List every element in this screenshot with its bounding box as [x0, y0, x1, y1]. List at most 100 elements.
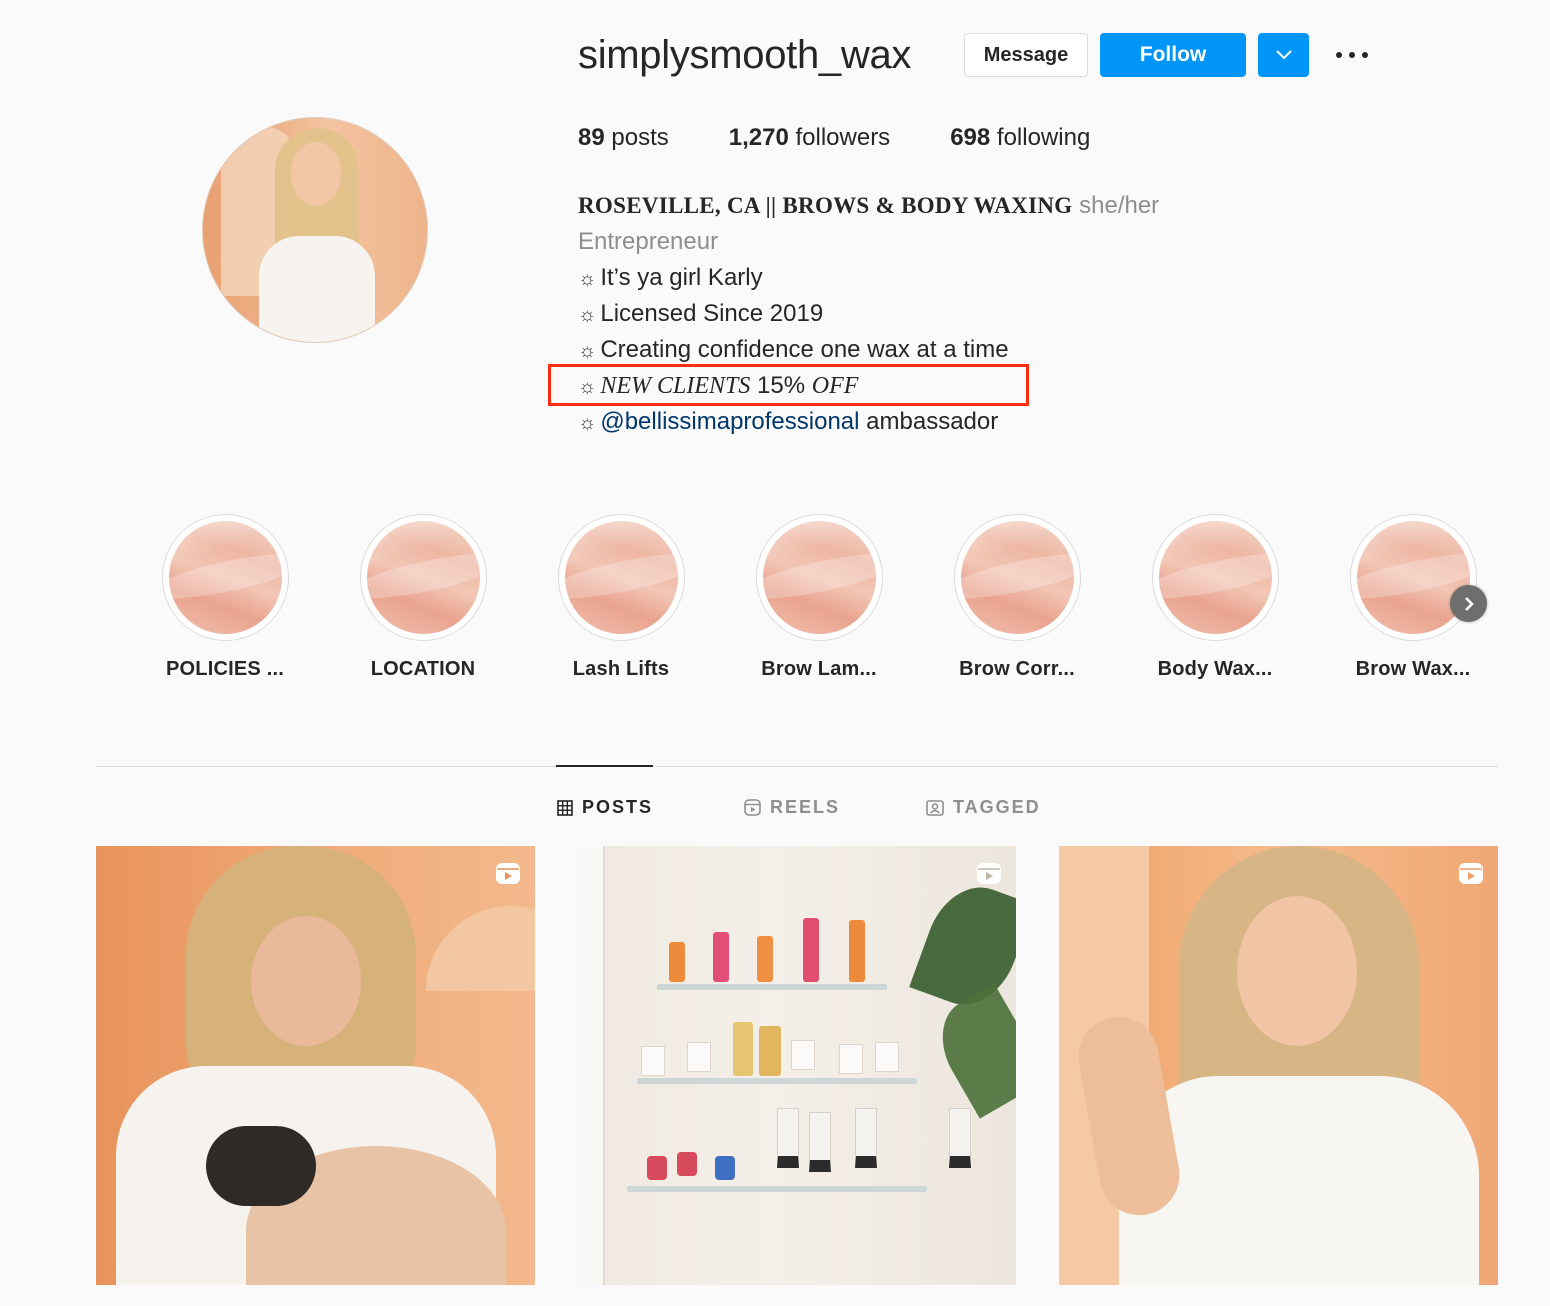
highlights-next-button[interactable]	[1450, 585, 1487, 622]
highlight-item[interactable]: Brow Corr...	[918, 514, 1116, 681]
avatar-face	[291, 142, 341, 206]
highlight-ring	[755, 514, 883, 641]
post-thumbnail[interactable]	[96, 846, 535, 1285]
post-product	[759, 1026, 781, 1076]
post-plant-leaf	[924, 983, 1016, 1119]
highlight-cover	[1356, 521, 1470, 634]
bio-line: ☼ It’s ya girl Karly	[578, 264, 763, 291]
post-product	[949, 1108, 971, 1168]
highlight-cover	[1158, 521, 1272, 634]
post-product	[687, 1042, 711, 1072]
post-product	[677, 1152, 697, 1176]
sun-bullet-icon: ☼	[578, 340, 597, 362]
highlight-ring	[359, 514, 487, 641]
highlight-item[interactable]: Body Wax...	[1116, 514, 1314, 681]
highlight-label: LOCATION	[370, 658, 476, 680]
sun-bullet-icon: ☼	[578, 268, 597, 290]
highlight-label: Brow Wax...	[1355, 658, 1471, 680]
highlight-cover	[168, 521, 282, 634]
highlight-ring	[1151, 514, 1279, 641]
tagged-icon	[926, 799, 944, 816]
highlight-label: Brow Corr...	[959, 658, 1075, 680]
post-door-frame	[577, 846, 605, 1285]
post-shelf	[657, 984, 887, 990]
post-shelf	[627, 1186, 927, 1192]
highlight-item[interactable]: POLICIES ...	[126, 514, 324, 681]
profile-username: simplysmooth_wax	[578, 33, 912, 77]
suggested-accounts-dropdown-button[interactable]	[1258, 33, 1309, 77]
post-product	[855, 1108, 877, 1168]
highlight-ring	[1349, 514, 1477, 641]
story-highlights: POLICIES ... LOCATION Lash Lifts Brow La…	[126, 514, 1512, 681]
post-product	[647, 1156, 667, 1180]
highlight-label: POLICIES ...	[166, 658, 284, 680]
sun-bullet-icon: ☼	[578, 304, 597, 326]
post-person-face	[251, 916, 361, 1046]
post-product	[791, 1040, 815, 1070]
highlight-cover	[960, 521, 1074, 634]
post-product	[839, 1044, 863, 1074]
post-product	[757, 936, 773, 982]
highlight-cover	[762, 521, 876, 634]
chevron-down-icon	[1275, 50, 1292, 60]
reel-icon	[495, 860, 521, 891]
tab-tagged[interactable]: TAGGED	[926, 797, 1041, 818]
highlight-label: Body Wax...	[1157, 658, 1273, 680]
post-person-face	[1237, 896, 1357, 1046]
highlight-item[interactable]: Brow Lam...	[720, 514, 918, 681]
post-wall-shape	[426, 906, 535, 991]
highlight-ring	[953, 514, 1081, 641]
highlight-label: Brow Lam...	[761, 658, 877, 680]
highlight-item[interactable]: LOCATION	[324, 514, 522, 681]
bio-line: ☼ Licensed Since 2019	[578, 300, 824, 327]
bio-line: ☼ @bellissimaprofessional ambassador	[578, 408, 999, 435]
tabs-divider	[96, 766, 1498, 767]
followers-stat[interactable]: 1,270 followers	[729, 124, 890, 152]
reel-icon	[976, 860, 1002, 891]
post-product	[669, 942, 685, 982]
bio-name-line: ROSEVILLE, CA || BROWS & BODY WAXING she…	[578, 188, 1159, 224]
post-product	[809, 1112, 831, 1172]
post-product	[715, 1156, 735, 1180]
more-dots-icon	[1336, 52, 1342, 58]
annotation-highlight-box	[548, 364, 1029, 406]
post-product	[849, 920, 865, 982]
sun-bullet-icon: ☼	[578, 412, 597, 434]
highlight-label: Lash Lifts	[572, 658, 670, 680]
posts-stat: 89 posts	[578, 124, 669, 151]
follow-button[interactable]: Follow	[1100, 33, 1246, 77]
active-tab-indicator	[556, 765, 653, 767]
profile-avatar[interactable]	[202, 117, 428, 343]
grid-icon	[557, 799, 573, 816]
post-product	[713, 932, 729, 982]
more-options-button[interactable]	[1330, 40, 1374, 70]
profile-stats: 89 posts 1,270 followers 698 following	[578, 124, 1150, 152]
reel-icon	[1458, 860, 1484, 891]
reels-icon	[744, 799, 761, 816]
tab-posts[interactable]: POSTS	[557, 797, 653, 818]
bio-name: ROSEVILLE, CA || BROWS & BODY WAXING	[578, 193, 1073, 218]
chevron-right-icon	[1464, 596, 1474, 611]
bio-pronouns: she/her	[1079, 192, 1160, 219]
highlight-item[interactable]: Lash Lifts	[522, 514, 720, 681]
tab-reels[interactable]: REELS	[744, 797, 840, 818]
avatar-shirt	[259, 236, 375, 342]
bio-category: Entrepreneur	[578, 228, 719, 255]
post-thumbnail[interactable]	[1059, 846, 1498, 1285]
bio-mention-link[interactable]: @bellissimaprofessional	[600, 408, 859, 435]
post-product	[803, 918, 819, 982]
highlight-cover	[564, 521, 678, 634]
post-product	[641, 1046, 665, 1076]
highlight-ring	[557, 514, 685, 641]
post-shelf	[637, 1078, 917, 1084]
post-product	[733, 1022, 753, 1076]
bio-line: ☼ Creating confidence one wax at a time	[578, 336, 1009, 363]
post-product	[777, 1108, 799, 1168]
post-thumbnail[interactable]	[577, 846, 1016, 1285]
following-stat[interactable]: 698 following	[950, 124, 1090, 152]
message-button[interactable]: Message	[964, 33, 1088, 77]
post-glove	[206, 1126, 316, 1206]
highlight-ring	[161, 514, 289, 641]
highlight-cover	[366, 521, 480, 634]
post-product	[875, 1042, 899, 1072]
